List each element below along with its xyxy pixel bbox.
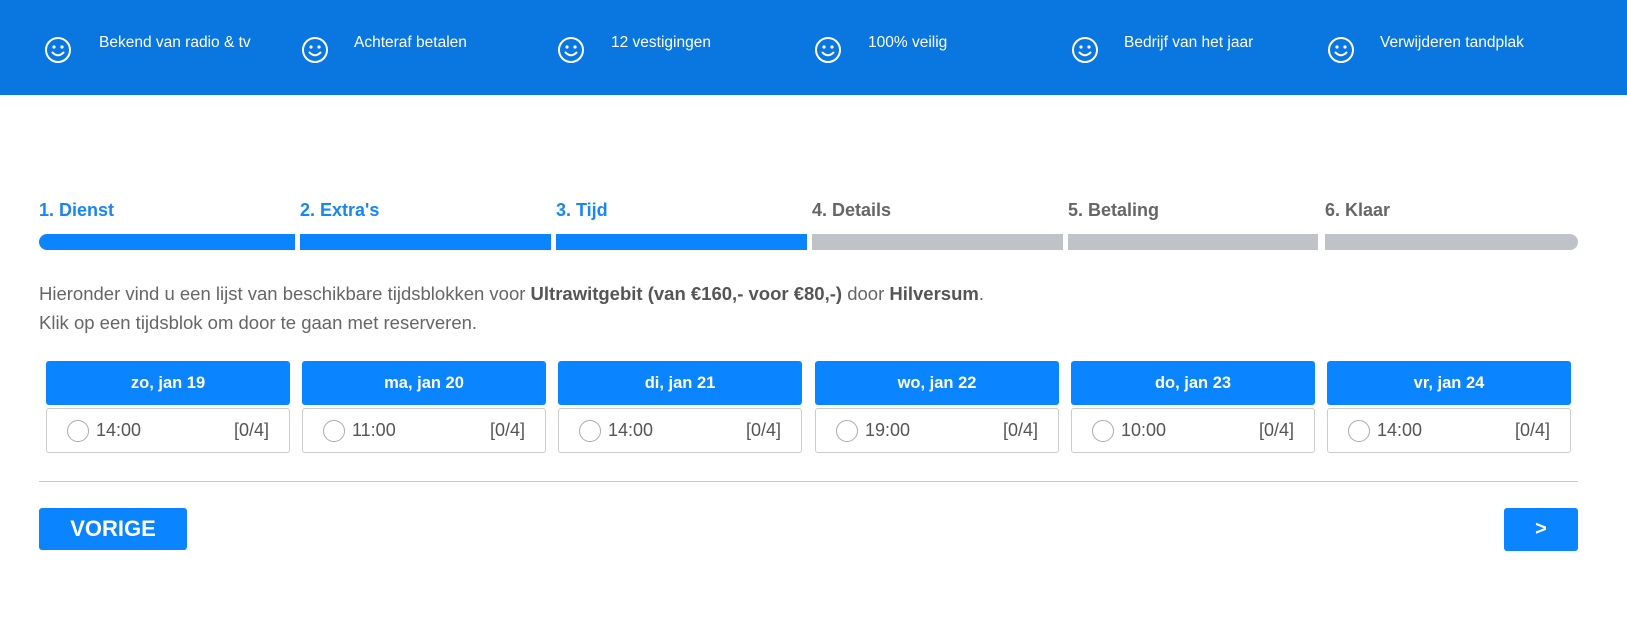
timeslot-grid: zo, jan 19 14:00 [0/4] ma, jan 20 11:00 … [46, 361, 1571, 453]
timeslot-radio[interactable] [323, 420, 345, 442]
intro-middle: door [842, 283, 890, 304]
intro-location: Hilversum [889, 283, 979, 304]
usp-text: Bekend van radio & tv [99, 34, 251, 51]
smiley-icon [558, 37, 584, 63]
day-header: wo, jan 22 [815, 361, 1059, 405]
smiley-icon [45, 37, 71, 63]
usp-text: Achteraf betalen [354, 34, 467, 51]
step-dienst[interactable]: 1. Dienst [39, 198, 295, 250]
step-tijd[interactable]: 3. Tijd [556, 198, 807, 250]
timeslot-time: 19:00 [865, 420, 911, 440]
previous-button[interactable]: VORIGE [39, 508, 187, 550]
step-label: 4. Details [812, 200, 892, 220]
timeslot[interactable]: 14:00 [0/4] [46, 408, 290, 453]
timeslot-time: 10:00 [1121, 420, 1167, 440]
step-label: 5. Betaling [1068, 200, 1160, 220]
step-bar [300, 234, 551, 250]
next-button[interactable]: > [1504, 508, 1578, 551]
intro-suffix: . [978, 283, 984, 304]
step-label: 2. Extra's [300, 200, 380, 220]
step-bar [1068, 234, 1318, 250]
timeslot[interactable]: 10:00 [0/4] [1071, 408, 1315, 453]
timeslot-radio[interactable] [836, 420, 858, 442]
progress-steps: 1. Dienst 2. Extra's 3. Tijd 4. Details … [39, 198, 1578, 250]
day-header: vr, jan 24 [1327, 361, 1571, 405]
usp-text: Bedrijf van het jaar [1124, 34, 1254, 51]
step-bar [556, 234, 807, 250]
day-column: do, jan 23 10:00 [0/4] [1071, 361, 1315, 453]
day-header: di, jan 21 [558, 361, 802, 405]
step-details: 4. Details [812, 198, 1063, 250]
intro-line-1: Hieronder vind u een lijst van beschikba… [39, 279, 984, 308]
timeslot-capacity: [0/4] [489, 420, 525, 440]
timeslot[interactable]: 14:00 [0/4] [558, 408, 802, 453]
smiley-icon [1328, 37, 1354, 63]
intro-service: Ultrawitgebit (van €160,- voor €80,-) [530, 283, 843, 304]
step-label: 6. Klaar [1325, 200, 1391, 220]
day-header: zo, jan 19 [46, 361, 290, 405]
timeslot-radio[interactable] [1348, 420, 1370, 442]
timeslot-time: 11:00 [352, 420, 396, 440]
usp-bar: Bekend van radio & tv Achteraf betalen 1… [0, 0, 1627, 95]
timeslot-time: 14:00 [608, 420, 654, 440]
day-column: di, jan 21 14:00 [0/4] [558, 361, 802, 453]
timeslot-radio[interactable] [579, 420, 601, 442]
timeslot-time: 14:00 [1377, 420, 1423, 440]
day-column: wo, jan 22 19:00 [0/4] [815, 361, 1059, 453]
timeslot[interactable]: 11:00 [0/4] [302, 408, 546, 453]
step-klaar: 6. Klaar [1325, 198, 1578, 250]
day-header: ma, jan 20 [302, 361, 546, 405]
timeslot-capacity: [0/4] [1258, 420, 1294, 440]
usp-text: Verwijderen tandplak [1380, 34, 1524, 51]
timeslot-capacity: [0/4] [1514, 420, 1550, 440]
intro-text: Hieronder vind u een lijst van beschikba… [39, 279, 984, 337]
smiley-icon [815, 37, 841, 63]
smiley-icon [1072, 37, 1098, 63]
timeslot[interactable]: 19:00 [0/4] [815, 408, 1059, 453]
timeslot[interactable]: 14:00 [0/4] [1327, 408, 1571, 453]
step-label: 3. Tijd [556, 200, 608, 220]
step-bar [1325, 234, 1578, 250]
step-label: 1. Dienst [39, 200, 115, 220]
step-extras[interactable]: 2. Extra's [300, 198, 551, 250]
timeslot-radio[interactable] [1092, 420, 1114, 442]
day-column: vr, jan 24 14:00 [0/4] [1327, 361, 1571, 453]
day-column: ma, jan 20 11:00 [0/4] [302, 361, 546, 453]
smiley-icon [302, 37, 328, 63]
usp-text: 12 vestigingen [611, 34, 711, 51]
day-column: zo, jan 19 14:00 [0/4] [46, 361, 290, 453]
timeslot-capacity: [0/4] [1002, 420, 1038, 440]
divider [39, 481, 1578, 482]
step-bar [812, 234, 1063, 250]
step-betaling: 5. Betaling [1068, 198, 1318, 250]
timeslot-radio[interactable] [67, 420, 89, 442]
timeslot-capacity: [0/4] [745, 420, 781, 440]
day-header: do, jan 23 [1071, 361, 1315, 405]
intro-prefix: Hieronder vind u een lijst van beschikba… [39, 283, 531, 304]
usp-text: 100% veilig [868, 34, 948, 51]
intro-line-2: Klik op een tijdsblok om door te gaan me… [39, 312, 478, 333]
timeslot-capacity: [0/4] [233, 420, 269, 440]
step-bar [39, 234, 295, 250]
timeslot-time: 14:00 [96, 420, 142, 440]
